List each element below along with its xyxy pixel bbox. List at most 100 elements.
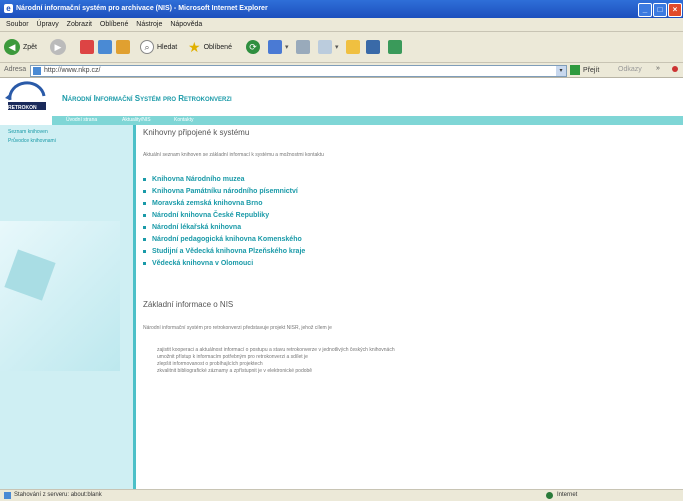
mail-icon — [268, 40, 282, 54]
logo-text: RETROKON — [8, 105, 37, 111]
library-link[interactable]: Studijní a Vědecká knihovna Plzeňského k… — [152, 248, 305, 255]
search-icon: ⌕ — [140, 40, 154, 54]
library-link[interactable]: Knihovna Národního muzea — [152, 176, 245, 183]
libraries-heading: Knihovny připojené k systému — [143, 128, 250, 137]
ie-icon: e — [4, 4, 13, 13]
bullet-icon — [143, 249, 146, 253]
bullet-icon — [143, 261, 146, 265]
menu-file[interactable]: Soubor — [6, 21, 29, 28]
sidebar-divider — [133, 125, 136, 489]
toolbar-extra-icon[interactable] — [672, 66, 678, 72]
go-arrow-icon — [570, 65, 580, 75]
home-icon — [116, 40, 130, 54]
minimize-button[interactable]: _ — [638, 3, 652, 17]
site-title: Národní Informační Systém pro Retrokonve… — [62, 94, 232, 103]
library-link[interactable]: Národní lékařská knihovna — [152, 224, 241, 231]
discuss-button[interactable] — [366, 38, 380, 56]
library-link[interactable]: Knihovna Památníku národního písemnictví — [152, 188, 298, 195]
info-bullet: umožnit přístup k informacím potřebným p… — [157, 354, 308, 360]
bullet-icon — [143, 237, 146, 241]
discuss-icon — [366, 40, 380, 54]
site-header: RETROKON Národní Informační Systém pro R… — [0, 78, 683, 116]
messenger-icon — [388, 40, 402, 54]
window-title: Národní informační systém pro archivace … — [16, 5, 268, 12]
go-button[interactable]: Přejít — [570, 65, 599, 75]
bullet-icon — [143, 213, 146, 217]
menu-edit[interactable]: Úpravy — [37, 21, 59, 28]
history-button[interactable]: ⟳ — [246, 38, 260, 56]
info-heading: Základní informace o NIS — [143, 300, 234, 309]
library-link[interactable]: Národní knihovna České Republiky — [152, 212, 269, 219]
bullet-icon — [143, 189, 146, 193]
status-zone: Internet — [557, 492, 578, 498]
stop-icon — [80, 40, 94, 54]
favorites-label: Oblíbené — [203, 43, 232, 51]
info-bullet: zajistit kooperaci a aktuálnost informac… — [157, 347, 395, 353]
info-bullet: zlepšit informovanost o probíhajících pr… — [157, 361, 263, 367]
bullet-icon — [143, 201, 146, 205]
menu-tools[interactable]: Nástroje — [136, 21, 162, 28]
back-label: Zpět — [23, 43, 38, 51]
address-input[interactable]: http://www.nkp.cz/ ▾ — [30, 65, 567, 77]
address-url: http://www.nkp.cz/ — [44, 67, 101, 74]
messenger-button[interactable] — [388, 38, 402, 56]
nav-home[interactable]: Úvodní strana — [66, 117, 97, 123]
address-dropdown-icon[interactable]: ▾ — [556, 66, 566, 76]
status-page-icon — [4, 492, 11, 499]
edit-button[interactable]: ▾ — [318, 38, 339, 56]
nav-news[interactable]: Aktuality/NIS — [122, 117, 151, 123]
menu-bar: Soubor Úpravy Zobrazit Oblíbené Nástroje… — [0, 18, 683, 32]
folder-button[interactable] — [346, 38, 360, 56]
library-item[interactable]: Moravská zemská knihovna Brno — [143, 198, 263, 208]
toolbar: ◀ Zpět ▶ ⌕ Hledat ★ Oblíbené ⟳ ▾ ▾ — [0, 32, 683, 63]
address-label: Adresa — [4, 66, 27, 73]
menu-help[interactable]: Nápověda — [170, 21, 202, 28]
home-button[interactable] — [116, 38, 130, 56]
status-bar: Stahování z serveru: about:blank Interne… — [0, 489, 683, 501]
info-bullet: zkvalitnit bibliografické záznamy a zpří… — [157, 368, 313, 374]
favorites-button[interactable]: ★ Oblíbené — [188, 38, 232, 56]
internet-zone-icon — [546, 492, 553, 499]
sidebar-item-libraries[interactable]: Seznam knihoven — [8, 129, 48, 135]
dropdown-arrow-icon: ▾ — [285, 44, 289, 51]
library-item[interactable]: Národní lékařská knihovna — [143, 222, 241, 232]
print-button[interactable] — [296, 38, 310, 56]
close-button[interactable]: × — [668, 3, 682, 17]
forward-button[interactable]: ▶ — [50, 38, 66, 56]
nav-contacts[interactable]: Kontakty — [174, 117, 193, 123]
sidebar-decoration — [0, 221, 120, 371]
sidebar-item-guide[interactable]: Průvodce knihovnami — [8, 138, 56, 144]
address-bar: Adresa http://www.nkp.cz/ ▾ Přejít Odkaz… — [0, 63, 683, 78]
menu-view[interactable]: Zobrazit — [67, 21, 92, 28]
links-arrow-icon[interactable]: » — [656, 65, 660, 72]
back-arrow-icon: ◀ — [4, 39, 20, 55]
library-item[interactable]: Národní knihovna České Republiky — [143, 210, 269, 220]
search-button[interactable]: ⌕ Hledat — [140, 38, 177, 56]
go-label: Přejít — [583, 66, 600, 74]
print-icon — [296, 40, 310, 54]
mail-button[interactable]: ▾ — [268, 38, 289, 56]
bullet-icon — [143, 177, 146, 181]
folder-icon — [346, 40, 360, 54]
maximize-button[interactable]: □ — [653, 3, 667, 17]
library-item[interactable]: Knihovna Národního muzea — [143, 174, 245, 184]
search-label: Hledat — [157, 43, 178, 51]
star-icon: ★ — [188, 38, 201, 55]
stop-button[interactable] — [80, 38, 94, 56]
library-item[interactable]: Studijní a Vědecká knihovna Plzeňského k… — [143, 246, 305, 256]
info-intro: Národní informační systém pro retrokonve… — [143, 325, 332, 331]
library-item[interactable]: Národní pedagogická knihovna Komenského — [143, 234, 302, 244]
sidebar: Seznam knihoven Průvodce knihovnami — [0, 125, 133, 489]
library-item[interactable]: Vědecká knihovna v Olomouci — [143, 258, 253, 268]
library-link[interactable]: Vědecká knihovna v Olomouci — [152, 260, 253, 267]
links-label[interactable]: Odkazy — [618, 66, 642, 73]
library-link[interactable]: Národní pedagogická knihovna Komenského — [152, 236, 302, 243]
refresh-button[interactable] — [98, 38, 112, 56]
library-link[interactable]: Moravská zemská knihovna Brno — [152, 200, 263, 207]
bullet-icon — [143, 225, 146, 229]
back-button[interactable]: ◀ Zpět — [4, 38, 37, 56]
refresh-icon — [98, 40, 112, 54]
menu-favorites[interactable]: Oblíbené — [100, 21, 128, 28]
library-item[interactable]: Knihovna Památníku národního písemnictví — [143, 186, 298, 196]
site-nav: Úvodní strana Aktuality/NIS Kontakty — [52, 116, 683, 125]
